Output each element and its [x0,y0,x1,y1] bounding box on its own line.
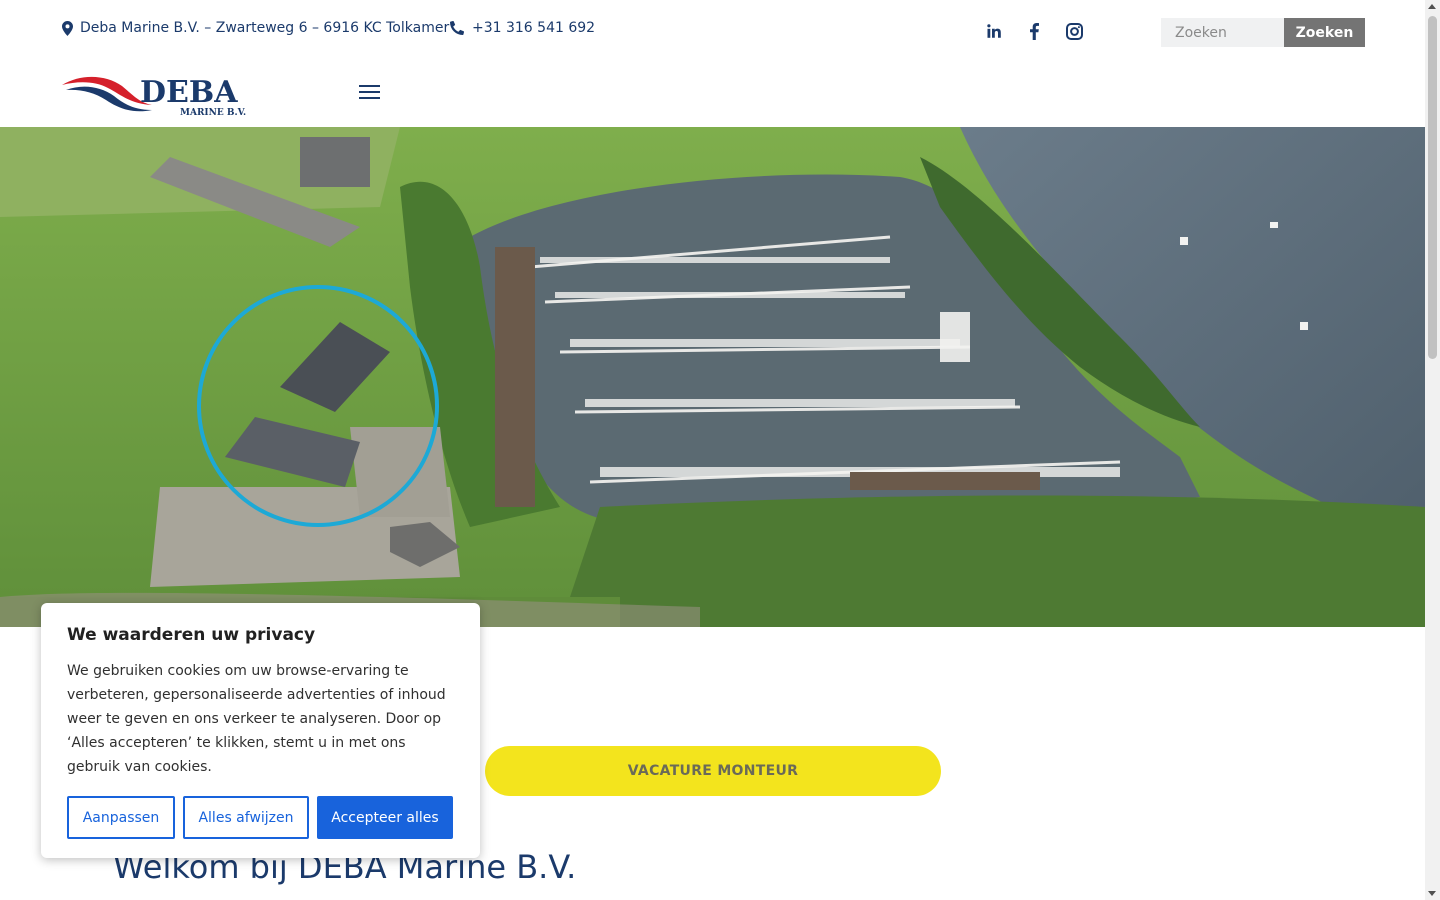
cookie-consent-banner: We waarderen uw privacy We gebruiken coo… [41,603,480,858]
scrollbar-thumb[interactable] [1428,16,1437,359]
phone-text: +31 316 541 692 [472,20,596,36]
top-bar: Deba Marine B.V. – Zwarteweg 6 – 6916 KC… [0,0,1425,60]
cookie-text: We gebruiken cookies om uw browse-ervari… [67,663,446,775]
phone[interactable]: +31 316 541 692 [450,20,595,36]
vacature-monteur-button[interactable]: VACATURE MONTEUR [485,746,941,796]
search-button[interactable]: Zoeken [1284,18,1365,47]
hamburger-menu-icon[interactable] [359,85,381,101]
hero-image [0,127,1425,627]
address: Deba Marine B.V. – Zwarteweg 6 – 6916 KC… [60,20,449,36]
search-form: Zoeken [1161,18,1365,47]
page-scrollbar[interactable] [1425,0,1440,900]
linkedin-icon[interactable] [983,20,1005,42]
phone-icon [450,20,464,36]
cookie-reject-button[interactable]: Alles afwijzen [183,796,309,839]
cookie-customize-button[interactable]: Aanpassen [67,796,175,839]
logo-text: DEBA [140,75,238,110]
cookie-title: We waarderen uw privacy [67,625,316,645]
deba-marine-logo[interactable]: DEBA MARINE B.V. [60,72,265,118]
search-input[interactable] [1161,18,1284,47]
scroll-down-arrow-icon[interactable] [1428,891,1436,896]
cookie-accept-button[interactable]: Accepteer alles [317,796,453,839]
scroll-up-arrow-icon[interactable] [1428,4,1436,9]
facebook-icon[interactable] [1023,20,1045,42]
map-pin-icon [60,20,74,36]
instagram-icon[interactable] [1063,20,1085,42]
cookie-buttons: Aanpassen Alles afwijzen Accepteer alles [67,796,453,839]
logo-subtext: MARINE B.V. [180,108,246,118]
address-text: Deba Marine B.V. – Zwarteweg 6 – 6916 KC… [80,20,450,36]
